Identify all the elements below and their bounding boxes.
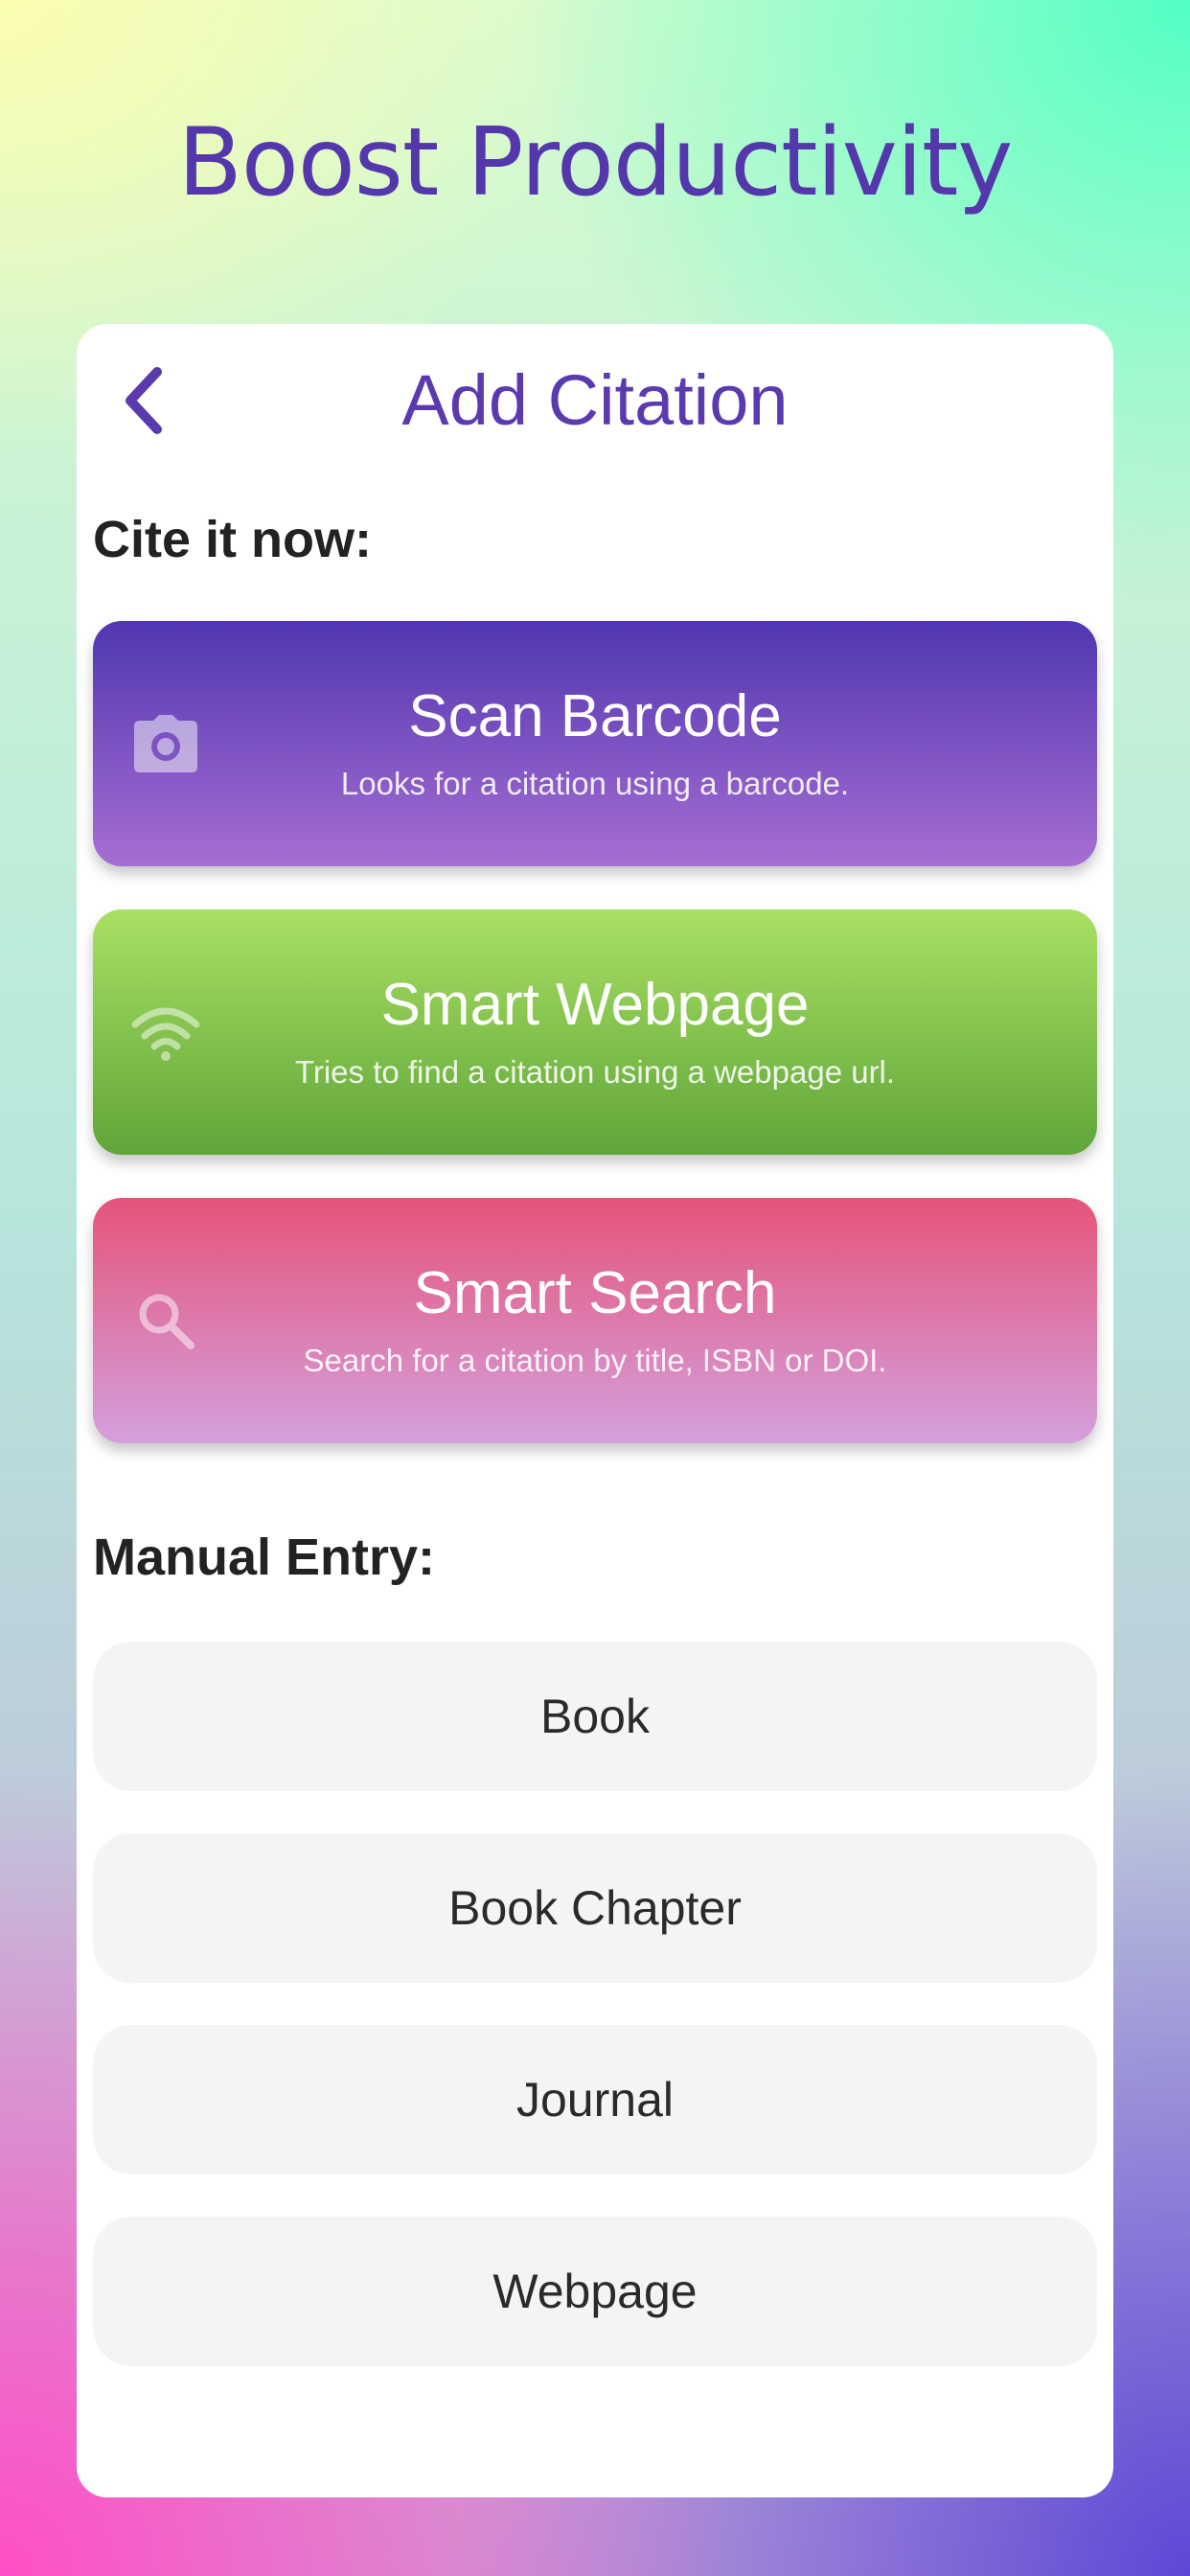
manual-item-journal[interactable]: Journal [93,2025,1097,2174]
cite-now-label: Cite it now: [93,511,372,568]
smart-webpage-title: Smart Webpage [380,972,810,1038]
smart-webpage-subtitle: Tries to find a citation using a webpage… [294,1054,896,1090]
manual-entry-label: Manual Entry: [93,1529,436,1586]
scan-barcode-button[interactable]: Scan Barcode Looks for a citation using … [93,621,1097,866]
smart-search-subtitle: Search for a citation by title, ISBN or … [303,1343,887,1378]
manual-item-book-chapter[interactable]: Book Chapter [93,1833,1097,1983]
page-title: Add Citation [401,360,789,440]
add-citation-card: Add Citation Cite it now: Scan Barcode L… [77,324,1113,2497]
smart-webpage-button[interactable]: Smart Webpage Tries to find a citation u… [93,909,1097,1155]
manual-item-book[interactable]: Book [93,1642,1097,1791]
headline: Boost Productivity [177,108,1014,218]
smart-search-button[interactable]: Smart Search Search for a citation by ti… [93,1198,1097,1443]
manual-item-webpage[interactable]: Webpage [93,2217,1097,2366]
scan-barcode-subtitle: Looks for a citation using a barcode. [340,766,850,801]
scan-barcode-title: Scan Barcode [408,683,782,749]
smart-search-title: Smart Search [413,1260,777,1326]
